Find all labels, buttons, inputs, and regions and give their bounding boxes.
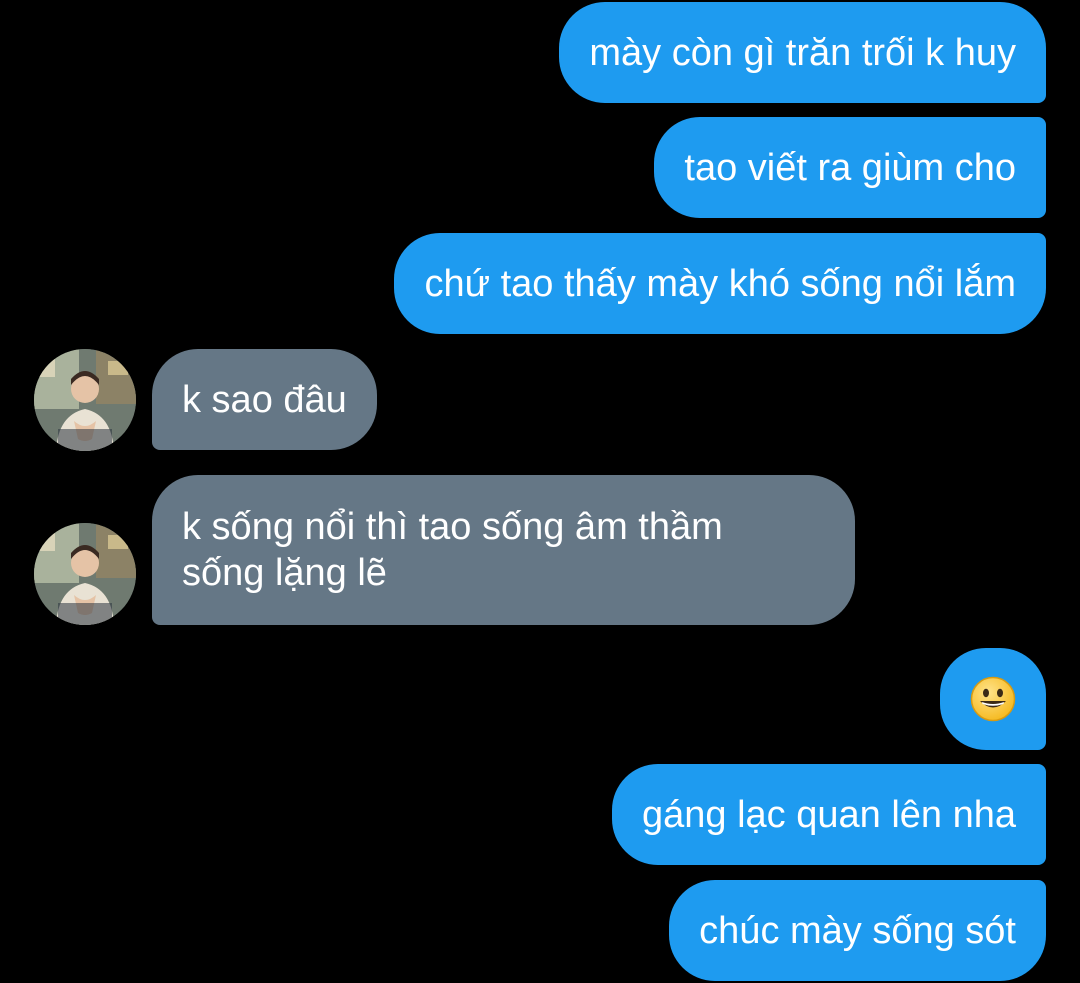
message-text: gáng lạc quan lên nha (642, 793, 1016, 836)
sent-message-bubble[interactable]: chứ tao thấy mày khó sống nổi lắm (394, 233, 1046, 334)
message-text: chứ tao thấy mày khó sống nổi lắm (424, 262, 1016, 305)
sent-message-bubble[interactable]: tao viết ra giùm cho (654, 117, 1046, 218)
sent-message-bubble[interactable]: mày còn gì trăn trối k huy (559, 2, 1046, 103)
grinning-face-emoji-icon (970, 676, 1016, 722)
message-text-line: k sống nổi thì tao sống âm thầm (182, 506, 723, 548)
sent-message-bubble[interactable]: gáng lạc quan lên nha (612, 764, 1046, 865)
message-text: chúc mày sống sót (699, 909, 1016, 952)
contact-avatar[interactable] (34, 523, 136, 625)
received-message-bubble[interactable]: k sao đâu (152, 349, 377, 450)
avatar-photo (34, 349, 136, 451)
message-text: mày còn gì trăn trối k huy (589, 31, 1016, 74)
message-text-line: sống lặng lẽ (182, 552, 387, 594)
message-text: k sao đâu (182, 378, 347, 421)
sent-message-bubble[interactable]: chúc mày sống sót (669, 880, 1046, 981)
message-text: tao viết ra giùm cho (684, 146, 1016, 189)
received-message-bubble[interactable]: k sống nổi thì tao sống âm thầm sống lặn… (152, 475, 855, 625)
contact-avatar[interactable] (34, 349, 136, 451)
avatar-photo (34, 523, 136, 625)
sent-emoji-bubble[interactable] (940, 648, 1046, 750)
